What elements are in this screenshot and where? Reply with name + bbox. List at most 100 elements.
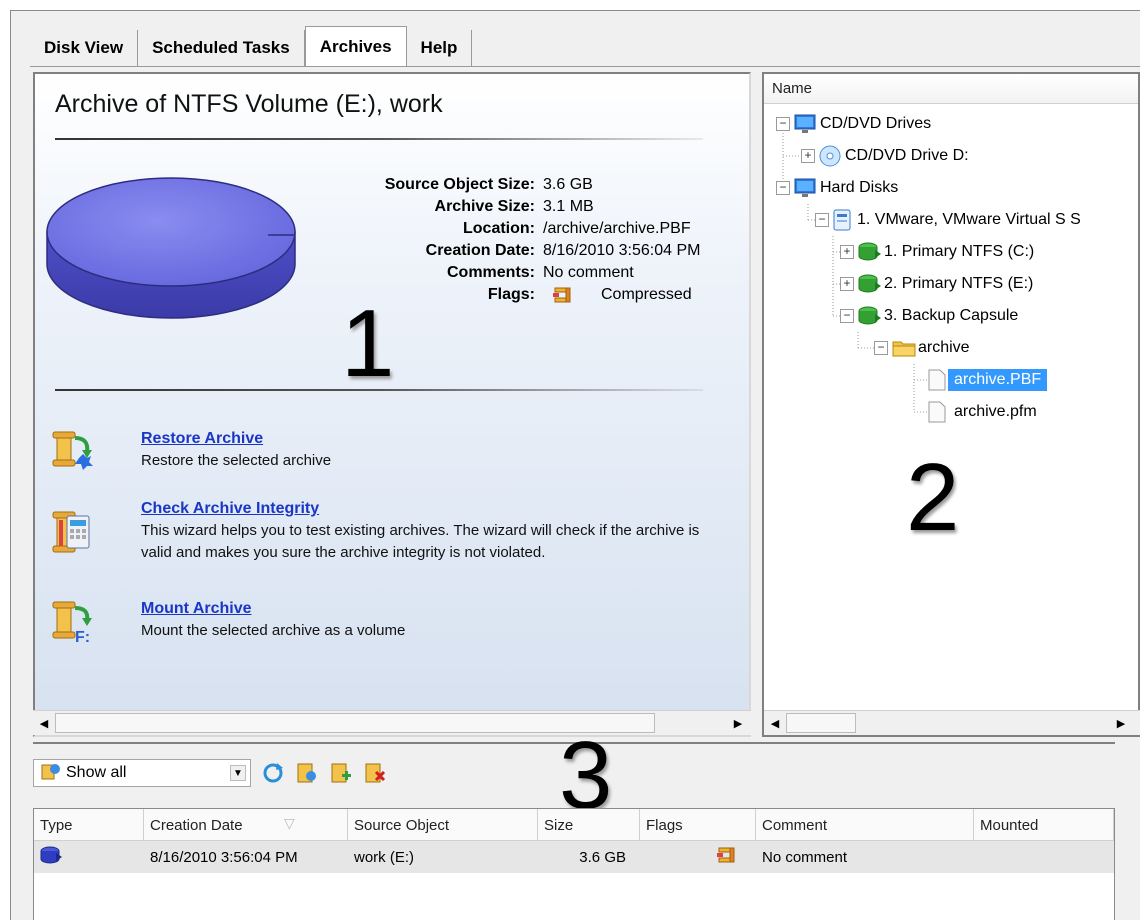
table-header: Type Creation Date ▽ Source Object Size …: [34, 809, 1114, 841]
column-source-object[interactable]: Source Object: [348, 809, 538, 840]
file-icon: [928, 401, 946, 423]
annotation-number-2: 2: [906, 444, 960, 551]
tab-disk-view[interactable]: Disk View: [30, 30, 139, 66]
compressed-flag-icon: [717, 847, 735, 863]
column-flags[interactable]: Flags: [640, 809, 756, 840]
annotation-number-1: 1: [341, 290, 395, 397]
cell-source-object: work (E:): [354, 848, 414, 866]
collapse-icon[interactable]: −: [776, 117, 790, 131]
check-integrity-description: This wizard helps you to test existing a…: [141, 522, 700, 561]
filter-icon: [41, 764, 60, 780]
mount-archive-action: F: Mount Archive Mount the selected arch…: [49, 598, 729, 648]
tab-divider: [30, 66, 1140, 67]
prop-flags: Flags: Compressed: [487, 286, 692, 303]
tree-item-archive-folder[interactable]: − archive: [874, 332, 970, 364]
tree-item-archive-pfm[interactable]: archive.pfm: [928, 396, 1037, 428]
restore-archive-link[interactable]: Restore Archive: [141, 428, 731, 450]
monitor-icon: [794, 114, 816, 133]
restore-archive-icon[interactable]: [49, 428, 93, 470]
archive-details-panel: Archive of NTFS Volume (E:), work Source…: [33, 72, 751, 737]
add-archive-icon: [331, 763, 351, 783]
column-type[interactable]: Type: [34, 809, 144, 840]
volume-icon: [858, 242, 881, 261]
prop-comments: Comments: No comment: [446, 264, 634, 281]
cd-icon: [819, 145, 841, 167]
svg-text:F:: F:: [75, 629, 90, 644]
mount-archive-link[interactable]: Mount Archive: [141, 598, 731, 620]
tab-bar: Disk View Scheduled Tasks Archives Help: [30, 26, 473, 66]
scroll-left-arrow-icon[interactable]: ◀: [766, 714, 784, 732]
expand-icon[interactable]: +: [801, 149, 815, 163]
file-icon: [928, 369, 946, 391]
archive-properties-button[interactable]: [295, 761, 319, 785]
column-mounted[interactable]: Mounted: [974, 809, 1114, 840]
collapse-icon[interactable]: −: [874, 341, 888, 355]
add-archive-button[interactable]: [329, 761, 353, 785]
tree-item-primary-ntfs-c[interactable]: + 1. Primary NTFS (C:): [840, 236, 1034, 268]
right-horizontal-scrollbar[interactable]: ◀ ▶: [764, 710, 1140, 735]
scroll-thumb[interactable]: [786, 713, 856, 733]
table-row[interactable]: 8/16/2010 3:56:04 PM work (E:) 3.6 GB No…: [34, 841, 1114, 873]
monitor-icon: [794, 178, 816, 197]
delete-archive-button[interactable]: [363, 761, 387, 785]
tree-item-hard-disks[interactable]: − Hard Disks: [776, 172, 898, 204]
column-creation-date[interactable]: Creation Date ▽: [144, 809, 348, 840]
actions-separator: [55, 389, 703, 391]
name-column-header[interactable]: Name: [764, 74, 1138, 104]
restore-archive-description: Restore the selected archive: [141, 452, 332, 469]
archive-title: Archive of NTFS Volume (E:), work: [55, 90, 443, 118]
left-horizontal-scrollbar[interactable]: ◀ ▶: [33, 710, 751, 735]
tab-archives[interactable]: Archives: [304, 26, 407, 66]
restore-archive-action: Restore Archive Restore the selected arc…: [49, 428, 729, 478]
prop-creation-date: Creation Date: 8/16/2010 3:56:04 PM: [425, 242, 701, 259]
cell-creation-date: 8/16/2010 3:56:04 PM: [150, 848, 298, 866]
volume-icon: [858, 306, 881, 325]
hard-disk-icon: [833, 209, 851, 231]
folder-icon: [892, 341, 916, 357]
refresh-icon: [263, 763, 283, 783]
scroll-right-arrow-icon[interactable]: ▶: [729, 714, 747, 732]
collapse-icon[interactable]: −: [776, 181, 790, 195]
sort-descending-icon: ▽: [284, 815, 295, 831]
tab-scheduled-tasks[interactable]: Scheduled Tasks: [138, 30, 305, 66]
delete-archive-icon: [365, 763, 386, 783]
prop-location: Location: /archive/archive.PBF: [463, 220, 691, 237]
compressed-flag-icon: [553, 287, 571, 303]
refresh-button[interactable]: [261, 761, 285, 785]
collapse-icon[interactable]: −: [840, 309, 854, 323]
dropdown-arrow-icon[interactable]: ▼: [230, 765, 246, 781]
disk-icon: [46, 177, 296, 319]
filter-dropdown[interactable]: Show all ▼: [33, 759, 251, 787]
column-comment[interactable]: Comment: [756, 809, 974, 840]
tree-item-cd-dvd-drive-d[interactable]: + CD/DVD Drive D:: [801, 140, 969, 172]
column-size[interactable]: Size: [538, 809, 640, 840]
tree-item-primary-ntfs-e[interactable]: + 2. Primary NTFS (E:): [840, 268, 1033, 300]
tree-item-backup-capsule[interactable]: − 3. Backup Capsule: [840, 300, 1018, 332]
scroll-right-arrow-icon[interactable]: ▶: [1112, 714, 1130, 732]
expand-icon[interactable]: +: [840, 277, 854, 291]
volume-icon: [858, 274, 881, 293]
mount-archive-icon[interactable]: F:: [49, 598, 93, 644]
mount-archive-description: Mount the selected archive as a volume: [141, 622, 406, 639]
tree-item-vmware-disk[interactable]: − 1. VMware, VMware Virtual S S: [815, 204, 1081, 236]
expand-icon[interactable]: +: [840, 245, 854, 259]
check-integrity-action: Check Archive Integrity This wizard help…: [49, 498, 729, 586]
title-separator: [55, 138, 703, 140]
archive-type-icon: [40, 846, 62, 864]
tree-item-archive-pbf[interactable]: archive.PBF: [928, 364, 1048, 396]
archive-table: Type Creation Date ▽ Source Object Size …: [33, 808, 1115, 920]
archive-properties-icon: [297, 763, 316, 783]
scroll-left-arrow-icon[interactable]: ◀: [35, 714, 53, 732]
tree-panel: Name − CD/DVD Drives + CD/DVD Drive D: −…: [762, 72, 1140, 737]
archive-toolbar: Show all ▼: [33, 758, 387, 788]
prop-archive-size: Archive Size: 3.1 MB: [434, 198, 594, 215]
archive-list-area: Show all ▼ 3 Type Creation Date ▽ Source…: [33, 728, 1115, 920]
check-integrity-icon[interactable]: [49, 508, 93, 556]
check-integrity-link[interactable]: Check Archive Integrity: [141, 498, 731, 520]
tab-help[interactable]: Help: [406, 30, 473, 66]
archive-properties: Source Object Size: 3.6 GB Archive Size:…: [275, 174, 701, 306]
tree-item-cd-dvd-drives[interactable]: − CD/DVD Drives: [776, 108, 931, 140]
prop-source-object-size: Source Object Size: 3.6 GB: [384, 176, 593, 193]
cell-comment: No comment: [762, 848, 848, 866]
collapse-icon[interactable]: −: [815, 213, 829, 227]
